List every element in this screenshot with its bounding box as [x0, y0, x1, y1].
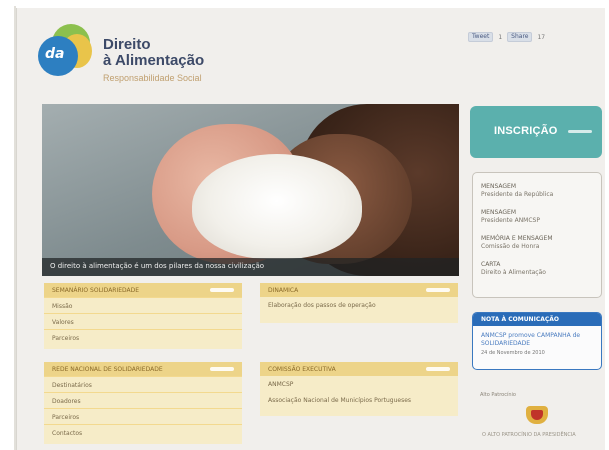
coat-of-arms-icon[interactable]: [526, 404, 548, 426]
mensagem-title: MEMÓRIA E MENSAGEM: [481, 235, 553, 242]
panel-comissao-executiva: COMISSÃO EXECUTIVA ANMCSP Associação Nac…: [260, 362, 458, 416]
mensagem-subtitle: Comissão de Honra: [481, 243, 540, 250]
seal-caption: O ALTO PATROCÍNIO DA PRESIDÊNCIA: [482, 432, 576, 438]
brand-tagline: Responsabilidade Social: [103, 73, 202, 83]
nota-link[interactable]: ANMCSP promove CAMPANHA de SOLIDARIEDADE: [481, 332, 593, 348]
brand-line1: Direito: [103, 36, 151, 53]
hero-caption: O direito à alimentação é um dos pilares…: [50, 262, 265, 270]
panel-header[interactable]: COMISSÃO EXECUTIVA: [260, 362, 458, 376]
logo-blue-circle: da: [38, 36, 78, 76]
mensagem-subtitle: Presidente ANMCSP: [481, 217, 540, 224]
mensagem-item[interactable]: MENSAGEM Presidente ANMCSP: [481, 209, 593, 225]
mensagem-title: MENSAGEM: [481, 183, 516, 190]
toggle-icon: [426, 288, 450, 292]
panel-title: SEMANÁRIO SOLIDARIEDADE: [52, 287, 140, 294]
nota-heading: NOTA À COMUNICAÇÃO: [473, 313, 601, 326]
panel-dinamica: DINAMICA Elaboração dos passos de operaç…: [260, 283, 458, 323]
panel-title: DINAMICA: [268, 287, 299, 294]
share-count: 17: [537, 33, 546, 41]
mensagem-item[interactable]: MENSAGEM Presidente da República: [481, 183, 593, 199]
mensagem-item[interactable]: CARTA Direito à Alimentação: [481, 261, 593, 277]
mensagem-title: MENSAGEM: [481, 209, 516, 216]
brand-line2: à Alimentação: [103, 52, 205, 69]
arrow-right-icon: [568, 130, 592, 133]
hero-caption-bar: O direito à alimentação é um dos pilares…: [42, 258, 459, 276]
mensagem-title: CARTA: [481, 261, 501, 268]
hero-rice: [192, 154, 362, 259]
nota-comunicacao: NOTA À COMUNICAÇÃO ANMCSP promove CAMPAN…: [472, 312, 602, 370]
panel-title: REDE NACIONAL DE SOLIDARIEDADE: [52, 366, 163, 373]
panel-item[interactable]: Missão: [44, 297, 242, 313]
logo-text: da: [45, 46, 65, 62]
panel-item[interactable]: Associação Nacional de Municípios Portug…: [260, 392, 458, 408]
panel-item[interactable]: Parceiros: [44, 329, 242, 345]
panel-title: COMISSÃO EXECUTIVA: [268, 366, 336, 373]
brand[interactable]: Direito à Alimentação Responsabilidade S…: [103, 36, 205, 84]
share-button[interactable]: Share: [507, 32, 533, 42]
tweet-button[interactable]: Tweet: [468, 32, 494, 42]
tweet-count: 1: [498, 33, 503, 41]
apoio-label: Alto Patrocínio: [480, 392, 516, 398]
toggle-icon: [426, 367, 450, 371]
panel-item[interactable]: Contactos: [44, 424, 242, 440]
panel-header[interactable]: REDE NACIONAL DE SOLIDARIEDADE: [44, 362, 242, 376]
panel-item[interactable]: ANMCSP: [260, 376, 458, 392]
panel-header[interactable]: DINAMICA: [260, 283, 458, 297]
hero-image: O direito à alimentação é um dos pilares…: [42, 104, 459, 276]
toggle-icon: [210, 288, 234, 292]
mensagem-subtitle: Direito à Alimentação: [481, 269, 546, 276]
mensagem-item[interactable]: MEMÓRIA E MENSAGEM Comissão de Honra: [481, 235, 593, 251]
inscricao-button[interactable]: INSCRIÇÃO: [470, 106, 602, 158]
nota-date: 24 de Novembro de 2010: [481, 350, 545, 356]
panel-rede-nacional: REDE NACIONAL DE SOLIDARIEDADE Destinatá…: [44, 362, 242, 444]
panel-semanario: SEMANÁRIO SOLIDARIEDADE Missão Valores P…: [44, 283, 242, 349]
panel-item[interactable]: Parceiros: [44, 408, 242, 424]
panel-header[interactable]: SEMANÁRIO SOLIDARIEDADE: [44, 283, 242, 297]
mensagens-box: MENSAGEM Presidente da República MENSAGE…: [472, 172, 602, 298]
panel-item[interactable]: Doadores: [44, 392, 242, 408]
panel-item[interactable]: Elaboração dos passos de operação: [260, 297, 458, 313]
logo[interactable]: da: [38, 24, 93, 79]
panel-item[interactable]: Valores: [44, 313, 242, 329]
mensagem-subtitle: Presidente da República: [481, 191, 554, 198]
panel-item[interactable]: Destinatários: [44, 376, 242, 392]
social-buttons: Tweet 1 Share 17: [468, 32, 545, 42]
toggle-icon: [210, 367, 234, 371]
inscricao-label: INSCRIÇÃO: [494, 125, 558, 137]
